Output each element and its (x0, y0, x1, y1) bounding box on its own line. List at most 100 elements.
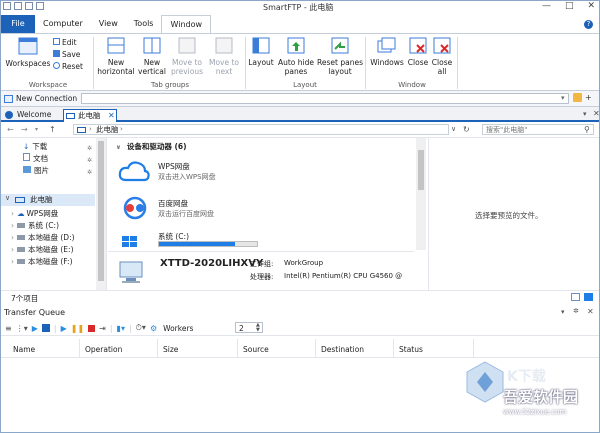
address-bar[interactable]: › 此电脑 › (73, 124, 449, 135)
tab-computer[interactable]: Computer (35, 15, 91, 33)
save-queue-icon[interactable] (41, 324, 50, 332)
address-history-icon[interactable]: ∨ (451, 125, 456, 133)
pin-pane-icon[interactable]: ✲ (573, 307, 579, 315)
group-label-workspace: Workspace (28, 81, 68, 89)
workspaces-button[interactable]: Workspaces (5, 37, 51, 68)
item-wps[interactable]: WPS网盘 双击进入WPS网盘 (118, 157, 318, 187)
column-status[interactable]: Status (399, 345, 423, 354)
close-pane-icon[interactable]: ✕ (587, 307, 594, 316)
column-source[interactable]: Source (243, 345, 269, 354)
tree-scrollbar[interactable] (96, 138, 106, 290)
refresh-icon[interactable]: ↻ (463, 125, 470, 134)
tree-item-this-pc[interactable]: ∨ 此电脑 (1, 194, 95, 206)
tree-item-drive-d[interactable]: › 本地磁盘 (D:) (11, 232, 95, 244)
column-size[interactable]: Size (163, 345, 178, 354)
tree-item-documents[interactable]: 文档 (23, 153, 95, 165)
tab-file[interactable]: File (1, 15, 35, 33)
pane-dropdown-icon[interactable]: ▾ (561, 308, 565, 316)
windows-button[interactable]: Windows (369, 37, 405, 67)
speed-icon[interactable]: ⏱▾ (136, 323, 146, 333)
queue-options-icon[interactable]: ▮▾ (117, 324, 125, 333)
skip-icon[interactable]: ⇥ (99, 324, 106, 333)
tree-item-downloads[interactable]: ↓ 下载 (23, 141, 95, 153)
new-vertical-button[interactable]: New vertical (137, 37, 167, 76)
item-baidu[interactable]: 百度网盘 双击运行百度网盘 (118, 194, 318, 224)
column-separator[interactable] (393, 339, 394, 357)
column-separator[interactable] (237, 339, 238, 357)
tree-item-label: 文档 (33, 154, 48, 163)
tree-item-wps[interactable]: › ☁ WPS网盘 (11, 208, 95, 220)
tree-item-drive-e[interactable]: › 本地磁盘 (E:) (11, 244, 95, 256)
tab-window[interactable]: Window (161, 15, 212, 33)
move-previous-button[interactable]: Move to previous (169, 37, 205, 76)
close-tab-icon[interactable]: ✕ (108, 110, 115, 122)
column-separator[interactable] (473, 339, 474, 357)
column-separator[interactable] (157, 339, 158, 357)
recent-dropdown-icon[interactable]: ▾ (35, 126, 38, 133)
tab-view[interactable]: View (91, 15, 126, 33)
quick-access-icon[interactable] (14, 2, 22, 10)
column-separator[interactable] (79, 339, 80, 357)
tiles-view-icon[interactable] (584, 293, 593, 301)
up-icon[interactable]: ↑ (49, 125, 56, 134)
help-icon[interactable]: ? (584, 20, 593, 29)
start-icon[interactable]: ▶ (61, 324, 67, 333)
tree-item-drive-f[interactable]: › 本地磁盘 (F:) (11, 256, 95, 268)
move-next-button[interactable]: Move to next (207, 37, 241, 76)
close-window-icon[interactable]: ✕ (587, 1, 595, 11)
edit-workspace-button[interactable]: Edit (53, 37, 83, 49)
workers-stepper[interactable]: 2 ▲ ▼ (235, 322, 263, 333)
play-icon[interactable]: ▶ (32, 324, 38, 333)
column-separator[interactable] (315, 339, 316, 357)
close-all-button[interactable]: Close all (431, 37, 453, 76)
content-scroll-thumb[interactable] (418, 150, 424, 190)
pause-icon[interactable]: ❚❚ (71, 324, 84, 333)
quick-access-icon[interactable] (25, 2, 33, 10)
connection-address-input[interactable] (81, 93, 569, 104)
tabs-dropdown-icon[interactable]: ▾ (583, 110, 587, 118)
reset-icon (53, 62, 60, 69)
drive-icon (17, 223, 25, 228)
quick-access-icon[interactable] (3, 2, 11, 10)
minimize-icon[interactable]: — (542, 1, 551, 11)
quick-access-icon[interactable] (36, 2, 44, 10)
auto-hide-panes-button[interactable]: Auto hide panes (277, 37, 315, 76)
stepper-arrows-icon[interactable]: ▲ ▼ (256, 323, 260, 333)
stop-icon[interactable] (88, 324, 96, 332)
move-previous-icon (178, 37, 196, 54)
section-header[interactable]: ∨ 设备和驱动器 (6) (116, 141, 187, 152)
tree-item-pictures[interactable]: 图片 (23, 165, 95, 177)
tab-this-pc[interactable]: 此电脑 ✕ (63, 109, 117, 122)
favorite-icon[interactable] (573, 93, 582, 102)
settings-icon[interactable]: ⚙ (150, 324, 157, 333)
search-input[interactable]: 搜索"此电脑" (482, 124, 594, 135)
forward-icon[interactable]: → (21, 125, 28, 134)
new-connection-label: New Connection (16, 94, 78, 103)
queue-list-icon[interactable]: ≡ (5, 324, 12, 333)
new-horizontal-button[interactable]: New horizontal (97, 37, 135, 76)
close-doc-icon[interactable]: ✕ (593, 109, 599, 118)
tab-welcome[interactable]: Welcome (3, 109, 61, 122)
tree-item-drive-c[interactable]: › 系统 (C:) (11, 220, 95, 232)
address-dropdown-icon[interactable]: ▾ (561, 94, 565, 102)
reset-workspace-button[interactable]: Reset (53, 61, 83, 73)
content-scrollbar[interactable] (416, 138, 426, 250)
collapse-arrow-icon: › (11, 221, 14, 230)
column-destination[interactable]: Destination (321, 345, 364, 354)
add-icon[interactable]: + (585, 93, 592, 102)
layout-button[interactable]: Layout (247, 37, 275, 67)
collapse-arrow-icon: › (11, 257, 14, 266)
tab-tools[interactable]: Tools (126, 15, 162, 33)
reset-panes-layout-button[interactable]: Reset panes layout (317, 37, 363, 76)
column-operation[interactable]: Operation (85, 345, 122, 354)
tree-scroll-thumb[interactable] (98, 141, 104, 281)
details-view-icon[interactable] (571, 293, 580, 301)
new-connection-button[interactable]: New Connection (4, 94, 77, 103)
close-button[interactable]: Close (407, 37, 429, 67)
queue-menu-icon[interactable]: ⋮▾ (16, 324, 28, 333)
maximize-icon[interactable]: □ (565, 1, 574, 11)
column-name[interactable]: Name (13, 345, 35, 354)
back-icon[interactable]: ← (7, 125, 14, 134)
item-drive-c[interactable]: 系统 (C:) (118, 228, 318, 250)
save-workspace-button[interactable]: Save (53, 49, 83, 61)
